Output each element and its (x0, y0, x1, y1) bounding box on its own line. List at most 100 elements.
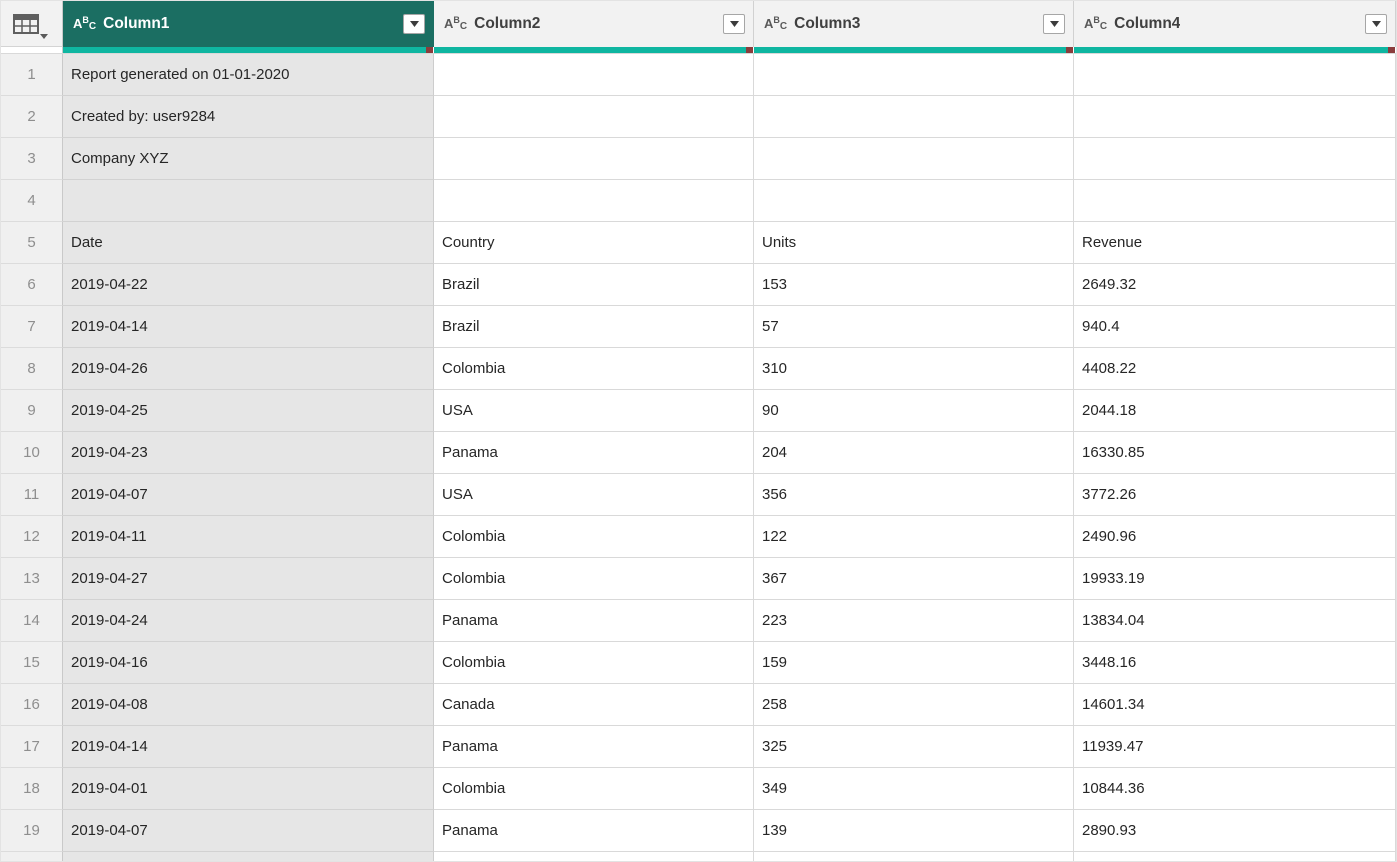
cell[interactable]: 2019-04-14 (63, 306, 434, 348)
cell[interactable]: 258 (754, 684, 1074, 726)
cell[interactable]: Colombia (434, 642, 754, 684)
row-number[interactable]: 4 (1, 180, 63, 222)
cell[interactable]: 2019-04-01 (63, 768, 434, 810)
row-number[interactable]: 5 (1, 222, 63, 264)
cell[interactable]: Company XYZ (63, 138, 434, 180)
row-number[interactable]: 7 (1, 306, 63, 348)
cell[interactable]: 356 (754, 474, 1074, 516)
filter-dropdown-button[interactable] (723, 14, 745, 34)
cell[interactable] (434, 138, 754, 180)
row-number[interactable]: 10 (1, 432, 63, 474)
row-number[interactable]: 6 (1, 264, 63, 306)
cell[interactable]: 11939.47 (1074, 726, 1396, 768)
cell[interactable]: 4408.22 (1074, 348, 1396, 390)
cell[interactable]: 204 (754, 432, 1074, 474)
column-header-column4[interactable]: ABC Column4 (1074, 1, 1396, 47)
cell[interactable]: Panama (434, 726, 754, 768)
cell[interactable]: Colombia (434, 558, 754, 600)
filter-dropdown-button[interactable] (403, 14, 425, 34)
cell[interactable] (754, 54, 1074, 96)
cell[interactable]: 2019-04-07 (63, 474, 434, 516)
row-number[interactable]: 16 (1, 684, 63, 726)
cell[interactable]: 3772.26 (1074, 474, 1396, 516)
cell[interactable]: 367 (754, 558, 1074, 600)
cell[interactable]: 2490.96 (1074, 516, 1396, 558)
cell[interactable]: 2019-04-22 (63, 264, 434, 306)
select-all-corner[interactable] (1, 1, 63, 47)
cell[interactable] (63, 180, 434, 222)
cell[interactable]: 2019-04-16 (63, 642, 434, 684)
column-header-column2[interactable]: ABC Column2 (434, 1, 754, 47)
row-number[interactable] (1, 852, 63, 861)
cell[interactable]: 14601.34 (1074, 684, 1396, 726)
filter-dropdown-button[interactable] (1043, 14, 1065, 34)
cell[interactable]: 122 (754, 516, 1074, 558)
cell[interactable]: Panama (434, 600, 754, 642)
cell[interactable] (754, 852, 1074, 861)
cell[interactable]: USA (434, 390, 754, 432)
cell[interactable]: 3448.16 (1074, 642, 1396, 684)
cell[interactable]: 13834.04 (1074, 600, 1396, 642)
cell[interactable]: 310 (754, 348, 1074, 390)
cell[interactable] (754, 96, 1074, 138)
row-number[interactable]: 11 (1, 474, 63, 516)
cell[interactable]: 2019-04-25 (63, 390, 434, 432)
cell[interactable]: 2019-04-27 (63, 558, 434, 600)
cell[interactable]: 139 (754, 810, 1074, 852)
cell[interactable]: 2649.32 (1074, 264, 1396, 306)
cell[interactable]: Created by: user9284 (63, 96, 434, 138)
cell[interactable]: 153 (754, 264, 1074, 306)
cell[interactable] (1074, 138, 1396, 180)
cell[interactable]: 2019-04-14 (63, 726, 434, 768)
cell[interactable]: 2019-04-24 (63, 600, 434, 642)
cell[interactable]: 57 (754, 306, 1074, 348)
cell[interactable]: 940.4 (1074, 306, 1396, 348)
cell[interactable]: 159 (754, 642, 1074, 684)
cell[interactable] (434, 180, 754, 222)
cell[interactable]: Panama (434, 810, 754, 852)
cell[interactable] (1074, 96, 1396, 138)
row-number[interactable]: 1 (1, 54, 63, 96)
row-number[interactable]: 15 (1, 642, 63, 684)
cell[interactable] (434, 96, 754, 138)
cell[interactable]: USA (434, 474, 754, 516)
row-number[interactable]: 8 (1, 348, 63, 390)
cell[interactable]: 2019-04-23 (63, 432, 434, 474)
row-number[interactable]: 17 (1, 726, 63, 768)
cell[interactable]: 349 (754, 768, 1074, 810)
cell[interactable]: 2890.93 (1074, 810, 1396, 852)
cell[interactable]: 16330.85 (1074, 432, 1396, 474)
cell[interactable]: Report generated on 01-01-2020 (63, 54, 434, 96)
cell[interactable]: Colombia (434, 768, 754, 810)
cell[interactable] (754, 138, 1074, 180)
cell[interactable]: Panama (434, 432, 754, 474)
cell[interactable]: Revenue (1074, 222, 1396, 264)
cell[interactable] (434, 54, 754, 96)
cell[interactable]: 223 (754, 600, 1074, 642)
row-number[interactable]: 9 (1, 390, 63, 432)
cell[interactable]: 19933.19 (1074, 558, 1396, 600)
row-number[interactable]: 19 (1, 810, 63, 852)
cell[interactable]: 325 (754, 726, 1074, 768)
row-number[interactable]: 14 (1, 600, 63, 642)
cell[interactable] (434, 852, 754, 861)
column-header-column1[interactable]: ABC Column1 (63, 1, 434, 47)
cell[interactable]: Colombia (434, 348, 754, 390)
cell[interactable]: 2044.18 (1074, 390, 1396, 432)
cell[interactable]: 2019-04-11 (63, 516, 434, 558)
corner-dropdown-icon[interactable] (40, 34, 48, 39)
cell[interactable] (754, 180, 1074, 222)
cell[interactable]: Colombia (434, 516, 754, 558)
cell[interactable] (1074, 180, 1396, 222)
cell[interactable] (1074, 852, 1396, 861)
row-number[interactable]: 13 (1, 558, 63, 600)
cell[interactable]: Brazil (434, 264, 754, 306)
cell[interactable] (63, 852, 434, 861)
cell[interactable]: Units (754, 222, 1074, 264)
cell[interactable]: 2019-04-26 (63, 348, 434, 390)
row-number[interactable]: 12 (1, 516, 63, 558)
cell[interactable]: 90 (754, 390, 1074, 432)
row-number[interactable]: 18 (1, 768, 63, 810)
cell[interactable] (1074, 54, 1396, 96)
row-number[interactable]: 3 (1, 138, 63, 180)
